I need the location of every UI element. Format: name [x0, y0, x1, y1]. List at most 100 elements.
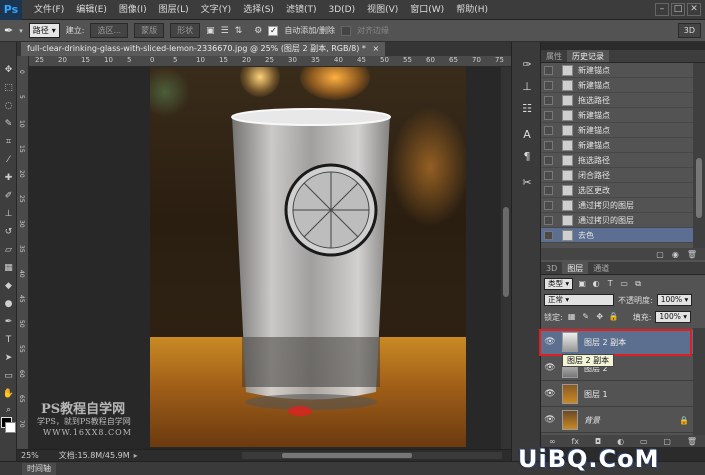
tab-history[interactable]: 历史记录 — [567, 50, 609, 62]
history-item[interactable]: 新建锚点 — [541, 78, 693, 93]
menu-window[interactable]: 窗口(W) — [404, 0, 450, 20]
quick-select-tool-icon[interactable]: ✎ — [2, 118, 15, 130]
dodge-tool-icon[interactable]: ● — [2, 298, 15, 310]
history-snapshot-checkbox[interactable] — [544, 110, 553, 120]
close-icon[interactable]: ✕ — [687, 3, 701, 16]
history-snapshot-checkbox[interactable] — [544, 80, 553, 90]
close-icon[interactable]: × — [372, 44, 379, 53]
zoom-level[interactable]: 25% — [21, 451, 39, 460]
status-menu-arrow-icon[interactable]: ▸ — [134, 451, 138, 460]
tab-channels[interactable]: 通道 — [588, 262, 614, 274]
path-alignment-icon[interactable]: ☰ — [221, 26, 229, 36]
brush-tool-icon[interactable]: ✐ — [2, 190, 15, 202]
type-tool-icon[interactable]: T — [2, 334, 15, 346]
3d-mode-button[interactable]: 3D — [677, 23, 701, 38]
selection-button[interactable]: 选区... — [90, 23, 129, 38]
menu-3d[interactable]: 3D(D) — [322, 0, 361, 20]
tab-properties[interactable]: 属性 — [541, 50, 567, 62]
history-scroll-thumb[interactable] — [696, 158, 702, 218]
history-snapshot-checkbox[interactable] — [544, 125, 553, 135]
history-item[interactable]: 闭合路径 — [541, 168, 693, 183]
history-scrollbar[interactable] — [693, 63, 705, 248]
menu-file[interactable]: 文件(F) — [28, 0, 70, 20]
tool-mode-select[interactable]: 路径 ▾ — [28, 23, 60, 38]
clone-stamp-tool-icon[interactable]: ⊥ — [2, 208, 15, 220]
mask-button[interactable]: 蒙版 — [134, 23, 165, 38]
shape-filter-icon[interactable]: ▭ — [619, 279, 629, 289]
history-snapshot-checkbox[interactable] — [544, 155, 553, 165]
healing-brush-tool-icon[interactable]: ✚ — [2, 172, 15, 184]
smart-object-filter-icon[interactable]: ⧉ — [633, 279, 643, 289]
shape-tool-icon[interactable]: ▭ — [2, 370, 15, 382]
menu-image[interactable]: 图像(I) — [113, 0, 153, 20]
tool-presets-panel-icon[interactable]: ✂ — [520, 176, 534, 190]
pen-tool-icon[interactable]: ✒ — [4, 24, 13, 37]
maximize-icon[interactable]: □ — [671, 3, 685, 16]
adjustment-filter-icon[interactable]: ◐ — [591, 279, 601, 289]
history-snapshot-checkbox[interactable] — [544, 95, 553, 105]
lock-all-icon[interactable]: 🔒 — [609, 312, 619, 322]
horizontal-scroll-thumb[interactable] — [282, 453, 412, 458]
vertical-scrollbar[interactable] — [501, 67, 511, 449]
gradient-tool-icon[interactable]: ▦ — [2, 262, 15, 274]
tab-layers[interactable]: 图层 — [562, 262, 589, 274]
history-snapshot-checkbox[interactable] — [544, 230, 553, 240]
lock-position-icon[interactable]: ✥ — [595, 312, 605, 322]
eye-icon[interactable]: 👁 — [544, 414, 556, 426]
menu-select[interactable]: 选择(S) — [237, 0, 280, 20]
horizontal-scrollbar[interactable] — [242, 452, 502, 459]
eye-icon[interactable]: 👁 — [544, 362, 556, 374]
lasso-tool-icon[interactable]: ◌ — [2, 100, 15, 112]
trash-icon[interactable]: 🗑 — [687, 250, 697, 259]
clone-source-panel-icon[interactable]: ⊥ — [520, 80, 534, 94]
menu-view[interactable]: 视图(V) — [361, 0, 404, 20]
eyedropper-tool-icon[interactable]: ⁄ — [2, 154, 15, 166]
new-document-icon[interactable]: ▢ — [656, 250, 664, 259]
history-item[interactable]: 新建锚点 — [541, 63, 693, 78]
history-snapshot-checkbox[interactable] — [544, 185, 553, 195]
history-snapshot-checkbox[interactable] — [544, 140, 553, 150]
marquee-tool-icon[interactable]: ⬚ — [2, 82, 15, 94]
layer-item[interactable]: 👁 背景 🔒 — [541, 408, 705, 433]
menu-filter[interactable]: 滤镜(T) — [280, 0, 323, 20]
gear-icon[interactable]: ⚙ — [254, 26, 262, 36]
path-operations-icon[interactable]: ▣ — [206, 26, 215, 36]
canvas-area[interactable]: PS教程自学网 学PS，就到PS教程自学网 WWW.16XX8.COM — [29, 67, 501, 449]
lock-image-icon[interactable]: ✎ — [581, 312, 591, 322]
history-snapshot-checkbox[interactable] — [544, 200, 553, 210]
lock-transparency-icon[interactable]: ▦ — [567, 312, 577, 322]
fill-input[interactable]: 100% ▾ — [655, 311, 692, 323]
new-layer-icon[interactable]: ▢ — [663, 437, 671, 446]
layer-kind-filter[interactable]: 类型 ▾ — [544, 277, 574, 290]
history-snapshot-checkbox[interactable] — [544, 215, 553, 225]
history-item[interactable]: 选区更改 — [541, 183, 693, 198]
path-selection-tool-icon[interactable]: ➤ — [2, 352, 15, 364]
type-filter-icon[interactable]: T — [605, 279, 615, 289]
path-arrange-icon[interactable]: ⇅ — [235, 26, 243, 36]
menu-help[interactable]: 帮助(H) — [450, 0, 494, 20]
tab-3d[interactable]: 3D — [541, 262, 562, 274]
pixel-filter-icon[interactable]: ▣ — [577, 279, 587, 289]
blur-tool-icon[interactable]: ◆ — [2, 280, 15, 292]
menu-layer[interactable]: 图层(L) — [153, 0, 195, 20]
minimize-icon[interactable]: – — [655, 3, 669, 16]
vertical-scroll-thumb[interactable] — [503, 207, 509, 297]
eye-icon[interactable]: 👁 — [544, 388, 556, 400]
align-edges-checkbox[interactable] — [341, 25, 352, 36]
camera-icon[interactable]: ◉ — [672, 250, 679, 259]
layers-scrollbar[interactable] — [693, 328, 705, 435]
eraser-tool-icon[interactable]: ▱ — [2, 244, 15, 256]
history-item[interactable]: 去色 — [541, 228, 693, 243]
menu-type[interactable]: 文字(Y) — [195, 0, 238, 20]
character-panel-icon[interactable]: A — [520, 128, 534, 142]
history-snapshot-checkbox[interactable] — [544, 170, 553, 180]
hand-tool-icon[interactable]: ✋ — [2, 388, 15, 400]
document-tab[interactable]: full-clear-drinking-glass-with-sliced-le… — [21, 42, 386, 56]
move-tool-icon[interactable]: ✥ — [2, 64, 15, 76]
trash-icon[interactable]: 🗑 — [687, 437, 697, 446]
history-brush-tool-icon[interactable]: ↺ — [2, 226, 15, 238]
history-item[interactable]: 通过拷贝的图层 — [541, 213, 693, 228]
adjustments-panel-icon[interactable]: ☷ — [520, 102, 534, 116]
history-item[interactable]: 新建锚点 — [541, 138, 693, 153]
zoom-tool-icon[interactable]: ⌕ — [2, 404, 15, 416]
